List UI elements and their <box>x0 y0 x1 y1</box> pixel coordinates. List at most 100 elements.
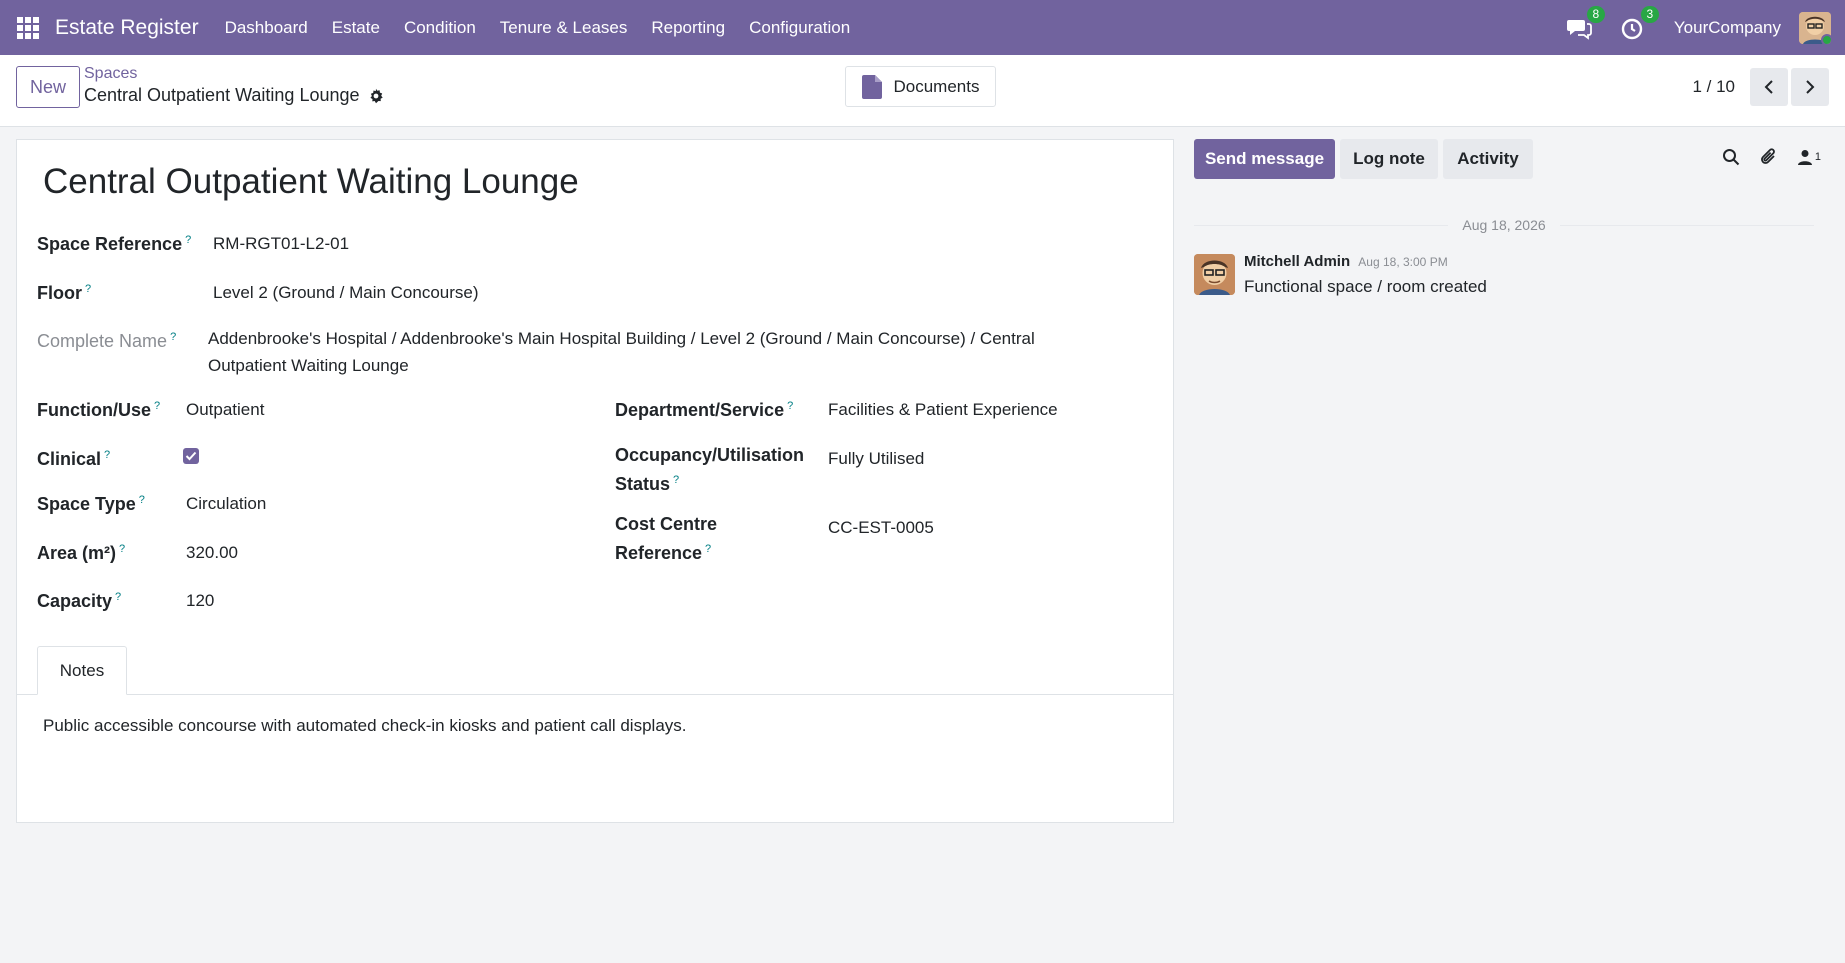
space-reference-label-text: Space Reference <box>37 234 183 254</box>
message-timestamp: Aug 18, 3:00 PM <box>1358 255 1448 269</box>
help-icon[interactable]: ? <box>170 331 176 343</box>
capacity-label-text: Capacity <box>37 591 113 611</box>
form-sheet: Central Outpatient Waiting Lounge Space … <box>16 139 1174 823</box>
function-use-field[interactable]: Outpatient <box>186 396 264 423</box>
online-status-icon <box>1821 33 1831 44</box>
message-body: Functional space / room created <box>1244 277 1487 296</box>
cost-centre-label-line-1: Cost Centre <box>615 514 718 534</box>
new-button[interactable]: New <box>16 66 80 108</box>
message-author-avatar[interactable] <box>1194 254 1235 295</box>
clinical-checkbox[interactable] <box>183 448 199 464</box>
area-label-text: Area (m²) <box>37 543 117 563</box>
space-type-label: Space Type? <box>37 488 145 517</box>
activity-button[interactable]: Activity <box>1443 139 1533 179</box>
complete-name-line-1: Addenbrooke's Hospital / Addenbrooke's M… <box>208 329 1035 348</box>
capacity-field[interactable]: 120 <box>186 587 214 614</box>
help-icon[interactable]: ? <box>85 283 91 295</box>
breadcrumb-current-record: Central Outpatient Waiting Lounge <box>84 85 384 106</box>
cost-centre-label: Cost Centre Reference? <box>615 512 717 566</box>
message-author-name[interactable]: Mitchell Admin <box>1244 253 1350 270</box>
log-note-button[interactable]: Log note <box>1340 139 1438 179</box>
control-panel: New Spaces Central Outpatient Waiting Lo… <box>0 55 1845 127</box>
activities-badge: 3 <box>1640 5 1659 23</box>
app-brand[interactable]: Estate Register <box>55 16 199 40</box>
complete-name-label: Complete Name? <box>37 325 176 354</box>
cost-centre-field[interactable]: CC-EST-0005 <box>828 514 934 541</box>
messages-badge: 8 <box>1586 5 1605 23</box>
tab-notes[interactable]: Notes <box>37 646 127 695</box>
menu-reporting[interactable]: Reporting <box>639 0 737 55</box>
chatter-tools: 1 <box>1702 147 1821 167</box>
document-icon <box>861 74 882 99</box>
menu-condition[interactable]: Condition <box>392 0 488 55</box>
menu-dashboard[interactable]: Dashboard <box>213 0 320 55</box>
user-avatar[interactable] <box>1799 11 1831 44</box>
function-use-label: Function/Use? <box>37 394 160 423</box>
paperclip-icon[interactable] <box>1760 147 1778 167</box>
complete-name-field: Addenbrooke's Hospital / Addenbrooke's M… <box>208 325 1108 379</box>
pager-next-button[interactable] <box>1791 68 1829 106</box>
area-label: Area (m²)? <box>37 537 125 566</box>
gear-icon[interactable] <box>368 88 384 104</box>
floor-label: Floor? <box>37 277 91 306</box>
space-type-label-text: Space Type <box>37 494 136 514</box>
help-icon[interactable]: ? <box>139 494 145 506</box>
floor-field[interactable]: Level 2 (Ground / Main Concourse) <box>213 279 479 306</box>
notes-field[interactable]: Public accessible concourse with automat… <box>43 716 687 736</box>
pager-previous-button[interactable] <box>1750 68 1788 106</box>
followers-button[interactable]: 1 <box>1797 149 1821 165</box>
breadcrumb-spaces[interactable]: Spaces <box>84 65 384 83</box>
messages-icon[interactable]: 8 <box>1566 5 1605 41</box>
menu-tenure-leases[interactable]: Tenure & Leases <box>488 0 640 55</box>
occupancy-status-label-line-2: Status <box>615 474 671 494</box>
user-icon <box>1797 150 1812 165</box>
checkmark-icon <box>185 451 197 461</box>
record-pager: 1 / 10 <box>1692 68 1829 106</box>
date-separator-label: Aug 18, 2026 <box>1462 217 1546 233</box>
chevron-right-icon <box>1806 80 1815 94</box>
tab-bar <box>17 694 1173 695</box>
activity-clock-icon[interactable]: 3 <box>1620 5 1659 41</box>
help-icon[interactable]: ? <box>154 400 160 412</box>
help-icon[interactable]: ? <box>787 400 793 412</box>
breadcrumb: Spaces Central Outpatient Waiting Lounge <box>84 65 384 106</box>
date-separator: Aug 18, 2026 <box>1194 215 1815 235</box>
department-service-field[interactable]: Facilities & Patient Experience <box>828 396 1058 423</box>
chatter-panel: Send message Log note Activity 1 Aug 18,… <box>1186 127 1845 963</box>
complete-name-line-2: Outpatient Waiting Lounge <box>208 356 409 375</box>
department-service-label: Department/Service? <box>615 394 793 423</box>
help-icon[interactable]: ? <box>115 591 121 603</box>
occupancy-status-label-line-1: Occupancy/Utilisation <box>615 445 805 465</box>
occupancy-status-label: Occupancy/Utilisation Status? <box>615 443 804 497</box>
capacity-label: Capacity? <box>37 585 121 614</box>
function-use-label-text: Function/Use <box>37 400 152 420</box>
company-switcher[interactable]: YourCompany <box>1674 18 1781 38</box>
record-title[interactable]: Central Outpatient Waiting Lounge <box>43 162 579 202</box>
menu-estate[interactable]: Estate <box>320 0 392 55</box>
documents-smart-button[interactable]: Documents <box>845 66 996 107</box>
breadcrumb-current-label: Central Outpatient Waiting Lounge <box>84 85 360 105</box>
help-icon[interactable]: ? <box>119 543 125 555</box>
help-icon[interactable]: ? <box>185 234 191 246</box>
occupancy-status-field[interactable]: Fully Utilised <box>828 445 924 472</box>
help-icon[interactable]: ? <box>705 543 711 555</box>
clinical-label: Clinical? <box>37 443 110 472</box>
help-icon[interactable]: ? <box>673 474 679 486</box>
area-field[interactable]: 320.00 <box>186 539 238 566</box>
search-icon[interactable] <box>1722 148 1740 166</box>
clinical-label-text: Clinical <box>37 449 102 469</box>
followers-count: 1 <box>1814 151 1821 163</box>
pager-value[interactable]: 1 / 10 <box>1692 77 1735 97</box>
help-icon[interactable]: ? <box>104 449 110 461</box>
send-message-button[interactable]: Send message <box>1194 139 1335 179</box>
cost-centre-label-line-2: Reference <box>615 543 703 563</box>
department-service-label-text: Department/Service <box>615 400 785 420</box>
message-author: Mitchell Admin Aug 18, 3:00 PM <box>1244 253 1448 270</box>
space-reference-label: Space Reference? <box>37 228 191 257</box>
chevron-left-icon <box>1764 80 1773 94</box>
menu-configuration[interactable]: Configuration <box>737 0 862 55</box>
space-type-field[interactable]: Circulation <box>186 490 266 517</box>
space-reference-field[interactable]: RM-RGT01-L2-01 <box>213 230 349 257</box>
apps-menu-icon[interactable] <box>17 16 39 39</box>
documents-label: Documents <box>893 76 980 96</box>
